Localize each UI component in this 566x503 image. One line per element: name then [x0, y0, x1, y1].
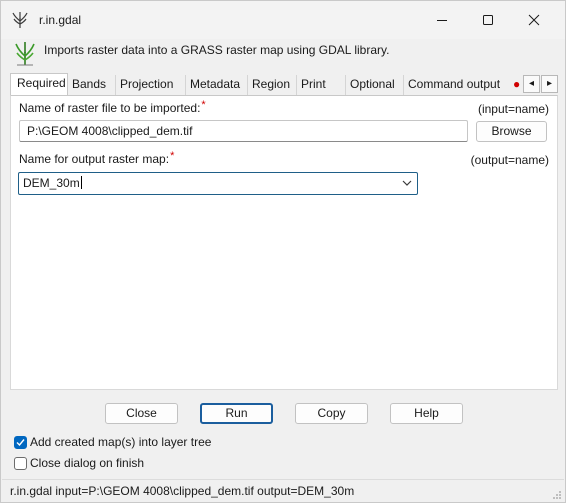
output-param-key: (output=name): [470, 153, 549, 167]
window-title: r.in.gdal: [39, 13, 82, 27]
command-preview: r.in.gdal input=P:\GEOM 4008\clipped_dem…: [10, 484, 355, 498]
output-name-combobox[interactable]: DEM_30m: [18, 172, 418, 195]
tab-optional[interactable]: Optional: [346, 75, 404, 95]
required-marker: *: [201, 99, 206, 111]
arrow-right-icon: ▸: [546, 78, 553, 89]
input-label: Name of raster file to be imported:*: [19, 99, 206, 115]
tab-scroll-left-button[interactable]: ◂: [523, 75, 540, 93]
add-to-layer-tree-option[interactable]: Add created map(s) into layer tree: [14, 434, 211, 450]
required-panel: Name of raster file to be imported:* (in…: [10, 95, 558, 390]
dialog-window: r.in.gdal Imports raster data into a GRA…: [0, 0, 566, 503]
add-to-layer-tree-label: Add created map(s) into layer tree: [30, 435, 212, 449]
arrow-left-icon: ◂: [528, 78, 535, 89]
text-cursor: [80, 176, 82, 189]
grass-logo-icon: [15, 42, 35, 66]
minimize-button[interactable]: [419, 1, 465, 39]
close-icon: [528, 14, 540, 26]
tab-print[interactable]: Print: [297, 75, 346, 95]
add-to-layer-tree-checkbox[interactable]: [14, 435, 27, 449]
tab-command-output[interactable]: Command output: [404, 75, 510, 95]
tab-region[interactable]: Region: [248, 75, 297, 95]
tab-required[interactable]: Required: [10, 73, 68, 95]
chevron-down-icon[interactable]: [400, 176, 414, 190]
required-marker: *: [170, 150, 175, 162]
minimize-icon: [437, 20, 447, 21]
checkmark-icon: [16, 438, 25, 446]
copy-button[interactable]: Copy: [295, 403, 368, 424]
title-bar[interactable]: r.in.gdal: [1, 1, 565, 39]
close-on-finish-checkbox[interactable]: [14, 456, 27, 470]
input-label-text: Name of raster file to be imported:: [19, 101, 201, 115]
status-bar: r.in.gdal input=P:\GEOM 4008\clipped_dem…: [2, 479, 564, 502]
module-description: Imports raster data into a GRASS raster …: [44, 43, 390, 57]
close-button[interactable]: Close: [105, 403, 178, 424]
close-on-finish-option[interactable]: Close dialog on finish: [14, 455, 144, 471]
resize-grip-icon[interactable]: [552, 490, 562, 500]
close-on-finish-label: Close dialog on finish: [30, 456, 145, 470]
input-param-key: (input=name): [477, 102, 549, 116]
tab-projection[interactable]: Projection: [116, 75, 186, 95]
browse-button[interactable]: Browse: [476, 121, 547, 142]
close-window-button[interactable]: [511, 1, 557, 39]
tab-overflow-partial[interactable]: ●: [510, 75, 524, 95]
run-button[interactable]: Run: [200, 403, 273, 424]
grass-icon: [12, 12, 28, 28]
tab-metadata[interactable]: Metadata: [186, 75, 248, 95]
maximize-icon: [483, 15, 493, 25]
help-button[interactable]: Help: [390, 403, 463, 424]
input-file-field[interactable]: P:\GEOM 4008\clipped_dem.tif: [19, 120, 468, 142]
tab-bar: Required Bands Projection Metadata Regio…: [10, 73, 558, 95]
tab-bands[interactable]: Bands: [68, 75, 116, 95]
output-label-text: Name for output raster map:: [19, 152, 170, 166]
tab-scroll-right-button[interactable]: ▸: [541, 75, 558, 93]
output-name-value: DEM_30m: [23, 176, 80, 190]
maximize-button[interactable]: [465, 1, 511, 39]
output-label: Name for output raster map:*: [19, 150, 175, 166]
